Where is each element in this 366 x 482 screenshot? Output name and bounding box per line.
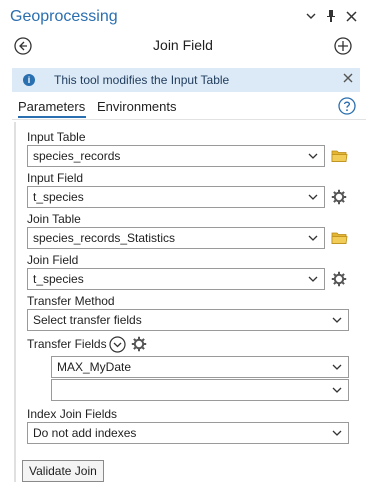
chevron-down-icon: [308, 150, 318, 162]
folder-icon[interactable]: [330, 229, 348, 247]
tab-environments[interactable]: Environments: [97, 99, 176, 114]
add-button[interactable]: [334, 37, 352, 55]
close-icon[interactable]: [344, 8, 358, 24]
input-table-label: Input Table: [27, 130, 86, 144]
join-table-label: Join Table: [27, 212, 81, 226]
gear-icon[interactable]: [130, 335, 148, 353]
input-field-value: t_species: [33, 190, 84, 204]
info-icon: i: [23, 74, 35, 86]
join-table-select[interactable]: species_records_Statistics: [27, 227, 325, 249]
banner-close-icon[interactable]: [342, 72, 356, 86]
input-table-select[interactable]: species_records: [27, 145, 325, 167]
input-table-value: species_records: [33, 149, 121, 163]
active-tab-indicator: [18, 116, 86, 118]
folder-icon[interactable]: [330, 147, 348, 165]
help-icon[interactable]: [338, 97, 356, 115]
index-join-fields-label: Index Join Fields: [27, 407, 118, 421]
gear-icon[interactable]: [330, 188, 348, 206]
banner-text: This tool modifies the Input Table: [54, 73, 230, 87]
join-table-value: species_records_Statistics: [33, 231, 176, 245]
tab-parameters[interactable]: Parameters: [18, 99, 85, 114]
chevron-down-icon[interactable]: [304, 8, 318, 24]
input-field-select[interactable]: t_species: [27, 186, 325, 208]
transfer-method-label: Transfer Method: [27, 294, 115, 308]
chevron-down-icon: [332, 314, 342, 326]
transfer-method-value: Select transfer fields: [33, 313, 142, 327]
chevron-down-icon: [332, 361, 342, 376]
transfer-field-value: MAX_MyDate: [57, 360, 132, 374]
index-join-fields-value: Do not add indexes: [33, 426, 137, 440]
app-title: Geoprocessing: [10, 8, 118, 25]
parameter-group-border: [14, 122, 16, 482]
plus-circle-icon: [334, 37, 352, 55]
chevron-down-icon: [308, 232, 318, 244]
gear-icon[interactable]: [330, 270, 348, 288]
pin-icon[interactable]: [324, 8, 338, 24]
transfer-field-select-empty[interactable]: [51, 379, 349, 401]
join-field-label: Join Field: [27, 253, 79, 267]
transfer-fields-label: Transfer Fields: [27, 337, 107, 351]
chevron-down-icon: [308, 273, 318, 285]
chevron-down-icon: [308, 191, 318, 203]
chevron-down-icon: [332, 427, 342, 439]
transfer-field-select[interactable]: MAX_MyDate: [51, 356, 349, 378]
chevron-down-icon: [332, 384, 342, 399]
input-field-label: Input Field: [27, 171, 84, 185]
transfer-method-select[interactable]: Select transfer fields: [27, 309, 349, 331]
info-banner: i This tool modifies the Input Table: [12, 68, 360, 92]
join-field-value: t_species: [33, 272, 84, 286]
validate-join-button[interactable]: Validate Join: [22, 460, 104, 482]
title-bar-controls: [304, 8, 358, 24]
tab-divider: [12, 119, 366, 120]
expand-chevron-icon[interactable]: [108, 335, 126, 353]
index-join-fields-select[interactable]: Do not add indexes: [27, 422, 349, 444]
tool-title: Join Field: [153, 37, 213, 53]
join-field-select[interactable]: t_species: [27, 268, 325, 290]
